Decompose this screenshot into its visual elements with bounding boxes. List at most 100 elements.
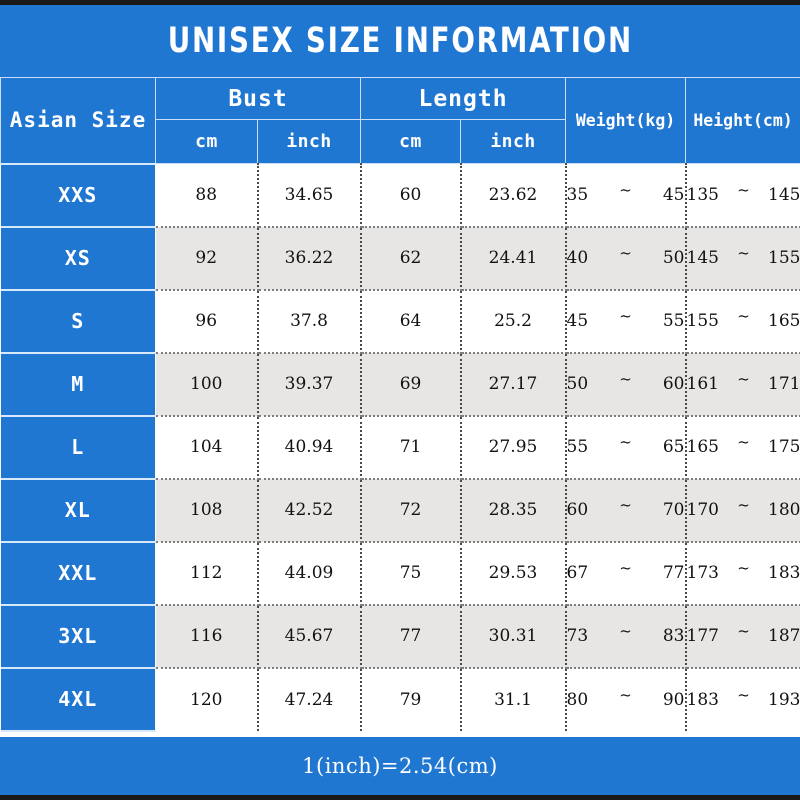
weight-range-cell: 40 ~50 [565, 226, 687, 291]
height-range-cell-min: 135 [686, 184, 719, 205]
table-row: 4XL 120 47.24 79 31.1 80 ~90 183 ~193 [0, 666, 800, 732]
height-range-cell-max: 175 [768, 437, 800, 457]
weight-range-cell-min: 67 [566, 563, 589, 583]
bust-inch-cell: 40.94 [257, 415, 362, 480]
bust-cm-cell: 104 [155, 415, 259, 480]
table-row: XL 108 42.52 72 28.35 60 ~70 170 ~180 [0, 477, 800, 543]
height-range-cell-max: 165 [768, 311, 800, 331]
length-cm-cell: 69 [360, 352, 462, 417]
size-label-cell: L [0, 414, 156, 480]
size-label-cell: M [0, 351, 156, 417]
table-body: XXS 88 34.65 60 23.62 35 ~45 135 ~145 XS 92 36.22 62… [0, 162, 800, 732]
title-bar: UNISEX SIZE INFORMATION [0, 5, 800, 77]
table-header: Asian Size Bust Length Weight(kg) Height… [0, 77, 800, 164]
header-length-inch: inch [460, 119, 567, 164]
bust-inch-cell: 44.09 [257, 541, 362, 606]
header-bust-cm: cm [155, 119, 258, 164]
range-separator: ~ [619, 244, 632, 262]
size-label-cell: XS [0, 225, 156, 291]
table-row: M 100 39.37 69 27.17 50 ~60 161 ~171 [0, 351, 800, 417]
height-range-cell-min: 145 [686, 248, 719, 268]
height-range-cell: 155 ~165 [685, 289, 800, 354]
weight-range-cell: 45 ~55 [565, 289, 687, 354]
page-title: UNISEX SIZE INFORMATION [167, 21, 633, 61]
range-separator: ~ [619, 370, 632, 388]
range-separator: ~ [737, 244, 750, 262]
height-range-cell-min: 177 [686, 626, 719, 646]
weight-range-cell-min: 35 [566, 184, 589, 205]
size-label-cell: XL [0, 477, 156, 543]
height-range-cell-min: 173 [686, 563, 719, 583]
height-range-cell: 173 ~183 [685, 541, 800, 606]
bust-cm-cell: 116 [155, 604, 259, 669]
height-range-cell: 135 ~145 [685, 163, 800, 228]
weight-range-cell: 73 ~83 [565, 604, 687, 669]
range-separator: ~ [619, 622, 632, 640]
height-range-cell: 161 ~171 [685, 352, 800, 417]
bust-cm-cell: 92 [155, 226, 259, 291]
weight-range-cell: 35 ~45 [565, 163, 687, 228]
length-cm-cell: 75 [360, 541, 462, 606]
header-asian-size: Asian Size [0, 77, 156, 164]
top-edge-band [0, 0, 800, 5]
length-inch-cell: 23.62 [460, 163, 567, 228]
length-inch-cell: 31.1 [460, 667, 567, 731]
range-separator: ~ [737, 370, 750, 388]
height-range-cell-max: 155 [768, 248, 800, 268]
length-inch-cell: 29.53 [460, 541, 567, 606]
height-range-cell: 145 ~155 [685, 226, 800, 291]
length-cm-cell: 77 [360, 604, 462, 669]
size-label-cell: 3XL [0, 603, 156, 669]
height-range-cell-max: 171 [768, 374, 800, 394]
header-group-bust: Bust [154, 77, 362, 120]
weight-range-cell-min: 40 [566, 248, 589, 268]
size-table-container: Asian Size Bust Length Weight(kg) Height… [0, 77, 800, 735]
height-range-cell-min: 170 [686, 500, 719, 520]
size-label-cell: XXL [0, 540, 156, 606]
size-table: Asian Size Bust Length Weight(kg) Height… [0, 77, 800, 732]
height-range-cell-min: 165 [686, 437, 719, 457]
bust-inch-cell: 34.65 [257, 163, 362, 228]
length-inch-cell: 30.31 [460, 604, 567, 669]
length-inch-cell: 24.41 [460, 226, 567, 291]
bust-inch-cell: 47.24 [257, 667, 362, 731]
table-row: XXS 88 34.65 60 23.62 35 ~45 135 ~145 [0, 162, 800, 228]
range-separator: ~ [619, 307, 632, 325]
weight-range-cell-min: 73 [566, 626, 589, 646]
height-range-cell: 183 ~193 [685, 667, 800, 731]
range-separator: ~ [619, 496, 632, 514]
bust-cm-cell: 100 [155, 352, 259, 417]
bust-inch-cell: 39.37 [257, 352, 362, 417]
range-separator: ~ [737, 559, 750, 577]
weight-range-cell: 55 ~65 [565, 415, 687, 480]
weight-range-cell: 50 ~60 [565, 352, 687, 417]
length-inch-cell: 28.35 [460, 478, 567, 543]
height-range-cell-max: 187 [768, 626, 800, 646]
height-range-cell-max: 145 [768, 184, 800, 205]
bottom-edge-band [0, 795, 800, 800]
range-separator: ~ [737, 685, 750, 704]
length-cm-cell: 72 [360, 478, 462, 543]
bust-cm-cell: 88 [155, 163, 259, 228]
weight-range-cell-max: 70 [662, 500, 685, 520]
height-range-cell-min: 183 [686, 689, 719, 710]
bust-cm-cell: 120 [155, 667, 259, 731]
length-inch-cell: 25.2 [460, 289, 567, 354]
weight-range-cell-max: 90 [662, 689, 685, 710]
length-cm-cell: 60 [360, 163, 462, 228]
header-weight: Weight(kg) [565, 77, 687, 164]
length-cm-cell: 62 [360, 226, 462, 291]
header-height: Height(cm) [685, 77, 800, 164]
table-row: L 104 40.94 71 27.95 55 ~65 165 ~175 [0, 414, 800, 480]
table-row: S 96 37.8 64 25.2 45 ~55 155 ~165 [0, 288, 800, 354]
height-range-cell: 165 ~175 [685, 415, 800, 480]
weight-range-cell-max: 60 [662, 374, 685, 394]
bust-cm-cell: 108 [155, 478, 259, 543]
height-range-cell-min: 161 [686, 374, 719, 394]
bust-inch-cell: 37.8 [257, 289, 362, 354]
range-separator: ~ [737, 180, 750, 199]
table-row: XS 92 36.22 62 24.41 40 ~50 145 ~155 [0, 225, 800, 291]
height-range-cell-max: 183 [768, 563, 800, 583]
header-row-groups: Asian Size Bust Length Weight(kg) Height… [0, 77, 800, 164]
height-range-cell-max: 193 [768, 689, 800, 710]
